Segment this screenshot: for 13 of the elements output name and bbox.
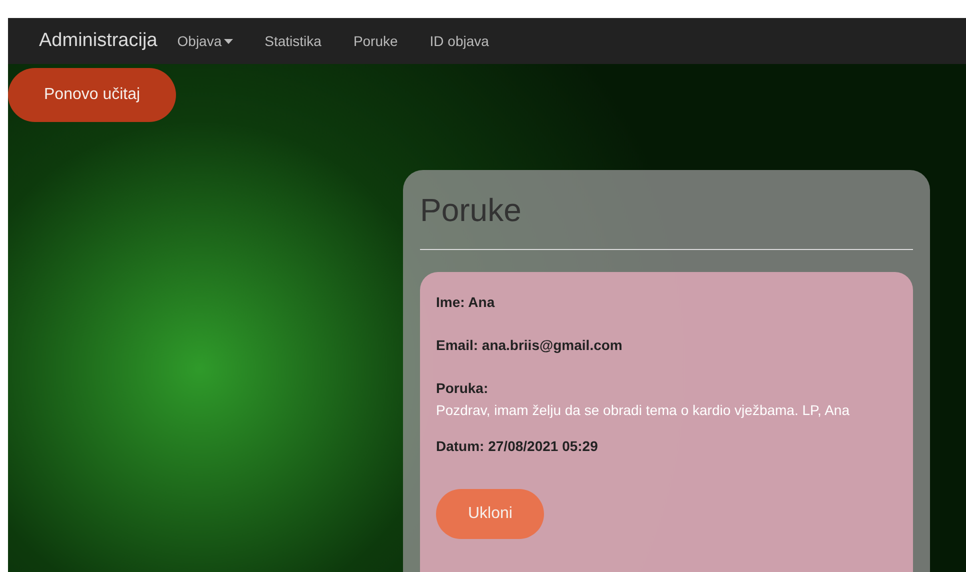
brand-link[interactable]: Administracija <box>39 26 158 56</box>
nav-link[interactable]: Objava <box>177 29 233 53</box>
sender-email: Email: ana.briis@gmail.com <box>436 337 624 353</box>
caret-icon <box>224 38 233 44</box>
panel-title: Poruke <box>420 192 522 229</box>
message-label: Poruka: <box>436 380 490 396</box>
reload-button[interactable]: Ponovo učitaj <box>8 68 176 122</box>
message-text: Pozdrav, imam želju da se obradi tema o kardio vježbama. LP, Ana <box>436 402 850 418</box>
nav-link[interactable]: Statistika <box>264 29 322 53</box>
sender-name: Ime: Ana <box>436 294 496 310</box>
nav-link[interactable]: ID objava <box>430 29 489 53</box>
message-date: Datum: 27/08/2021 05:29 <box>436 438 599 454</box>
nav-link[interactable]: Poruke <box>353 29 398 53</box>
